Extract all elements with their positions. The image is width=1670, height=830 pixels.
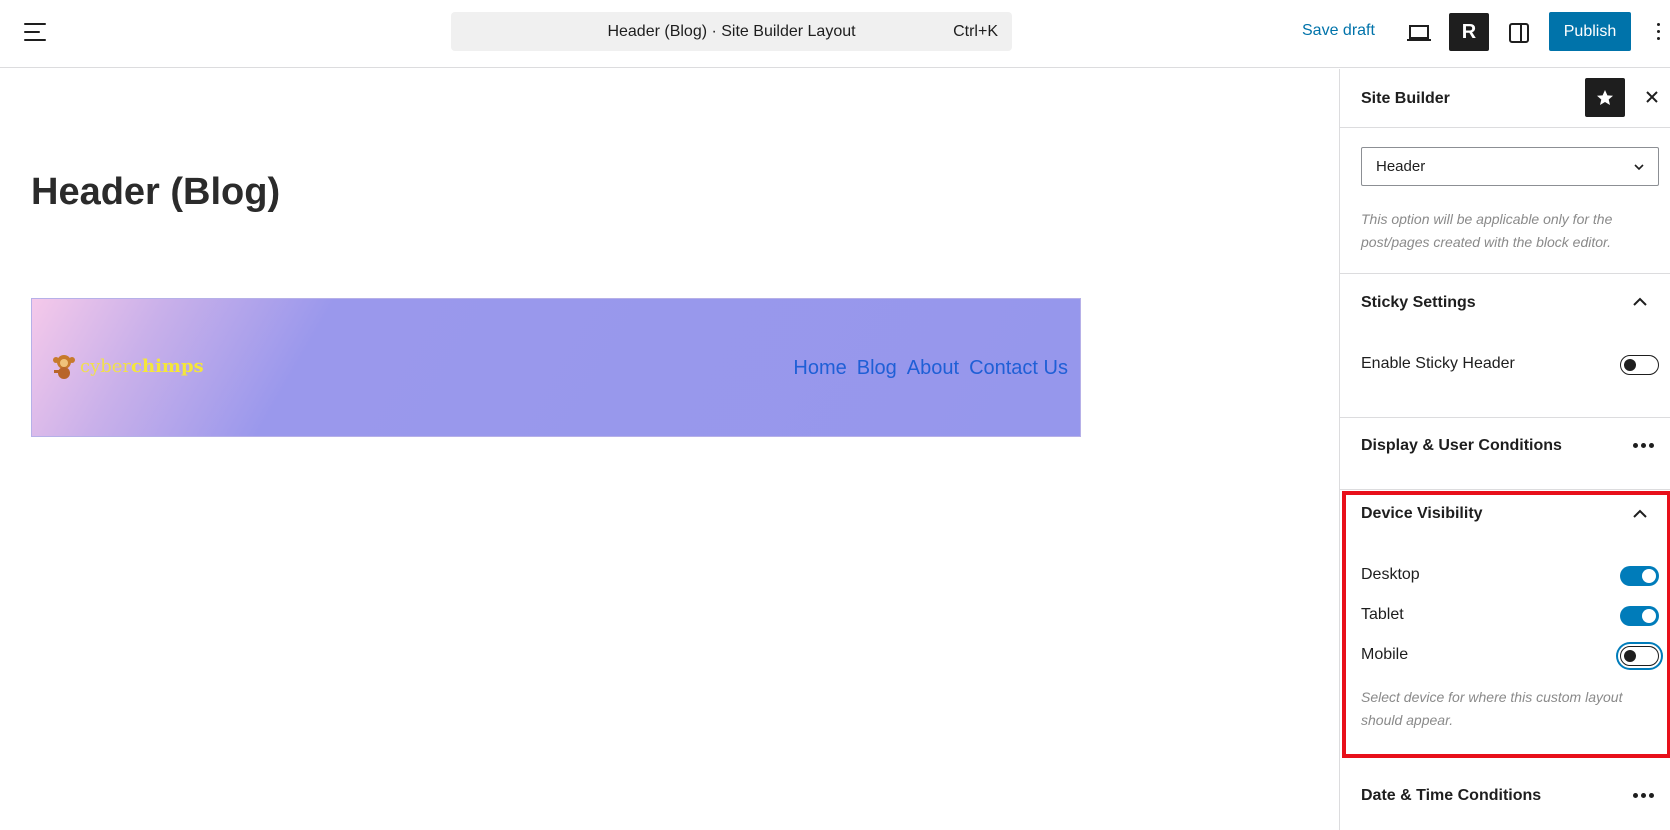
more-options-icon[interactable] — [1633, 443, 1655, 449]
more-options-icon[interactable] — [1633, 793, 1655, 799]
save-draft-button[interactable]: Save draft — [1302, 22, 1375, 40]
editor-canvas: Header (Blog) cyberchimps Home Blog Abou… — [0, 69, 1339, 830]
header-preview-block[interactable]: cyberchimps Home Blog About Contact Us — [31, 298, 1081, 437]
command-shortcut: Ctrl+K — [953, 22, 998, 40]
device-preview-icon[interactable] — [1404, 18, 1434, 48]
mobile-toggle[interactable] — [1620, 646, 1659, 666]
tablet-label: Tablet — [1361, 606, 1404, 623]
sticky-header-label: Enable Sticky Header — [1361, 355, 1515, 372]
section-divider — [1340, 489, 1670, 490]
logo-text-part2: chimps — [131, 355, 204, 377]
document-title: Header (Blog) · Site Builder Layout — [607, 22, 856, 40]
settings-sidebar-icon[interactable] — [1504, 18, 1534, 48]
close-icon[interactable] — [1638, 83, 1666, 111]
header-navigation: Home Blog About Contact Us — [793, 357, 1068, 380]
command-palette-bar[interactable]: Header (Blog) · Site Builder Layout Ctrl… — [451, 12, 1012, 51]
date-time-conditions-title[interactable]: Date & Time Conditions — [1361, 787, 1541, 805]
nav-link-about[interactable]: About — [907, 357, 959, 380]
nav-link-home[interactable]: Home — [793, 357, 846, 380]
monkey-logo-icon — [50, 351, 80, 381]
display-conditions-title[interactable]: Display & User Conditions — [1361, 437, 1562, 455]
site-logo[interactable]: cyberchimps — [50, 351, 204, 381]
plugin-r-button[interactable]: R — [1449, 13, 1489, 51]
section-divider — [1340, 273, 1670, 274]
section-divider — [1340, 417, 1670, 418]
nav-link-blog[interactable]: Blog — [857, 357, 897, 380]
logo-text: cyberchimps — [80, 356, 204, 377]
layout-type-value: Header — [1376, 158, 1426, 175]
editor-top-bar: Header (Blog) · Site Builder Layout Ctrl… — [0, 0, 1670, 68]
document-overview-icon[interactable] — [22, 20, 50, 44]
device-visibility-title[interactable]: Device Visibility — [1361, 505, 1483, 523]
nav-link-contact[interactable]: Contact Us — [969, 357, 1068, 380]
desktop-label: Desktop — [1361, 566, 1420, 583]
star-icon[interactable] — [1585, 78, 1625, 117]
desktop-toggle[interactable] — [1620, 566, 1659, 586]
sticky-header-toggle[interactable] — [1620, 355, 1659, 375]
logo-text-part1: cyber — [80, 355, 132, 377]
tablet-toggle[interactable] — [1620, 606, 1659, 626]
publish-button[interactable]: Publish — [1549, 12, 1631, 51]
sidebar-title: Site Builder — [1361, 90, 1450, 107]
more-options-icon[interactable] — [1650, 18, 1666, 46]
page-title[interactable]: Header (Blog) — [31, 171, 280, 214]
chevron-down-icon — [1634, 164, 1644, 171]
sticky-settings-title[interactable]: Sticky Settings — [1361, 294, 1476, 312]
mobile-label: Mobile — [1361, 646, 1409, 663]
chevron-up-icon[interactable] — [1632, 509, 1648, 519]
layout-type-help: This option will be applicable only for … — [1361, 211, 1613, 250]
layout-type-select[interactable]: Header — [1361, 147, 1659, 186]
chevron-up-icon[interactable] — [1632, 297, 1648, 307]
device-visibility-help: Select device for where this custom layo… — [1361, 689, 1623, 728]
settings-sidebar: Site Builder Header This option will be … — [1339, 69, 1670, 830]
sidebar-header: Site Builder — [1340, 69, 1670, 128]
